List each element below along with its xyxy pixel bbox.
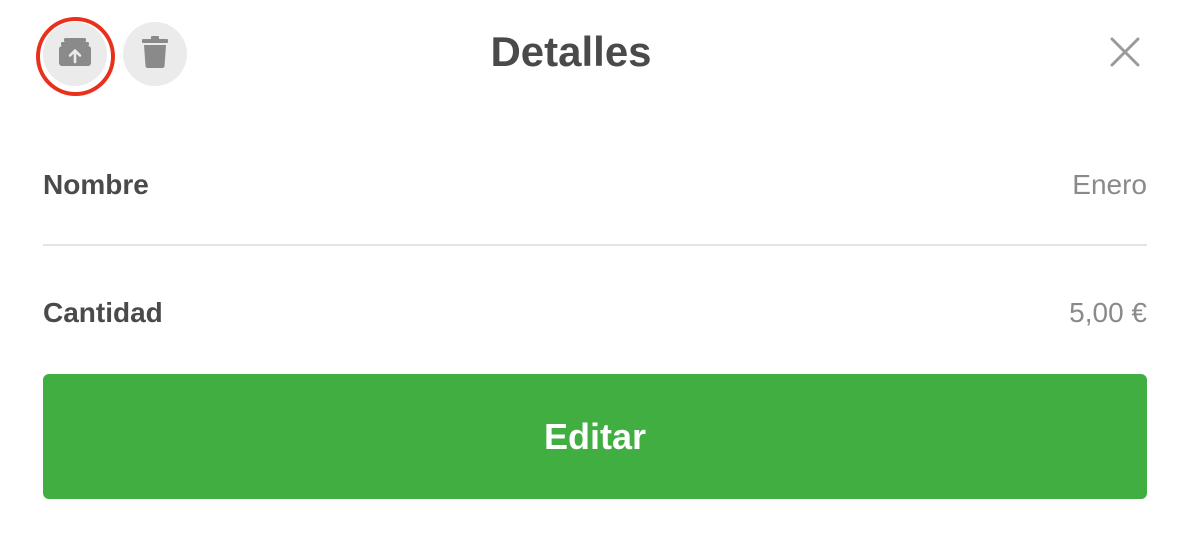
details-dialog: Detalles Nombre Enero Cantidad 5,00 € Ed… (0, 0, 1180, 544)
amount-value: 5,00 € (1069, 297, 1147, 328)
name-row: Nombre Enero (43, 155, 1147, 215)
dialog-header: Detalles (0, 0, 1180, 110)
close-icon (1110, 37, 1140, 72)
name-label: Nombre (43, 169, 149, 200)
dialog-title: Detalles (490, 28, 652, 75)
edit-button[interactable]: Editar (43, 374, 1147, 499)
row-divider (43, 244, 1147, 246)
close-button[interactable] (1104, 33, 1146, 75)
name-value: Enero (1072, 169, 1147, 200)
amount-row: Cantidad 5,00 € (43, 283, 1147, 343)
amount-label: Cantidad (43, 297, 163, 328)
